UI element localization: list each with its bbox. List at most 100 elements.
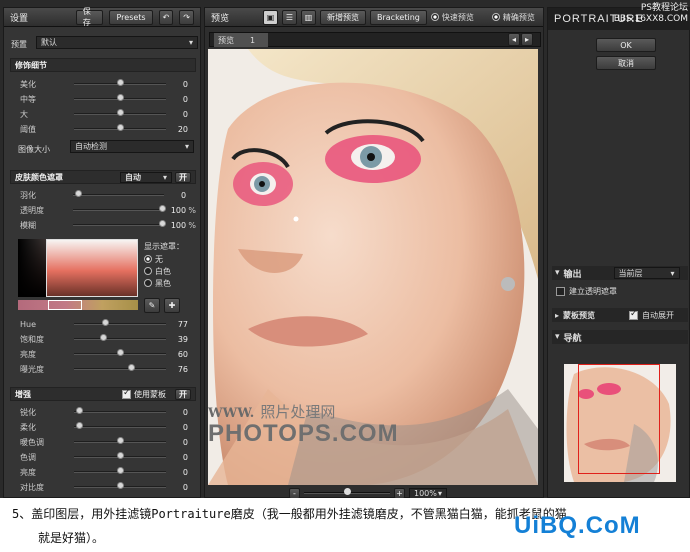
output-label: 输出 [563, 269, 582, 280]
slider-track[interactable] [74, 109, 166, 116]
ok-button[interactable]: OK [596, 38, 656, 52]
slider-value: 76 [177, 364, 188, 374]
slider-knob[interactable] [117, 124, 124, 131]
slider-track[interactable] [74, 349, 166, 356]
slider-track[interactable] [74, 452, 166, 459]
slider-knob[interactable] [117, 109, 124, 116]
slider-track[interactable] [74, 79, 166, 86]
slider-value: 60 [177, 349, 188, 359]
enhance-row: 暖色调 0 [20, 436, 196, 448]
undo-icon[interactable]: ↶ [158, 9, 174, 25]
precise-preview-radio[interactable]: 精确预览 [491, 11, 535, 23]
slider-track[interactable] [74, 467, 166, 474]
slider-track[interactable] [74, 407, 166, 414]
slider-knob[interactable] [117, 452, 124, 459]
fast-preview-radio[interactable]: 快速预览 [430, 11, 474, 23]
output-select[interactable]: 当前层 ▾ [613, 267, 680, 279]
triangle-right-icon[interactable]: ▸ [555, 311, 559, 320]
color-range-bar[interactable] [18, 300, 138, 310]
navigator-label: 导航 [563, 333, 582, 344]
slider-knob[interactable] [117, 467, 124, 474]
skin-row: 透明度 100% [20, 204, 196, 216]
zoom-slider-knob[interactable] [344, 488, 351, 495]
slider-knob[interactable] [75, 422, 83, 429]
eyedropper-icon[interactable]: ✎ [144, 298, 160, 313]
slider-track[interactable] [74, 482, 166, 489]
split-horizontal-icon[interactable]: ☰ [282, 9, 297, 25]
slider-track[interactable] [73, 190, 165, 197]
preset-select[interactable]: 默认 ▾ [36, 36, 198, 49]
slider-knob[interactable] [117, 437, 124, 444]
radio-label: 白色 [155, 266, 171, 276]
slider-track[interactable] [74, 364, 166, 371]
triangle-down-icon[interactable]: ▾ [555, 268, 560, 278]
settings-title: 设置 [10, 13, 29, 24]
slider-knob[interactable] [117, 349, 124, 356]
slider-track[interactable] [74, 319, 166, 326]
radio-dot [491, 13, 500, 21]
use-mask-checkbox[interactable] [122, 388, 131, 399]
color-range-marker[interactable] [48, 300, 82, 310]
slider-track[interactable] [73, 205, 167, 212]
detail-section-header[interactable]: 修饰细节 [10, 58, 196, 72]
watermark-bbs: PS教程论坛 BBS.16XX8.COM [608, 3, 688, 25]
slider-knob[interactable] [75, 407, 83, 414]
chevron-right-icon[interactable]: ▸ [521, 33, 533, 46]
slider-knob[interactable] [101, 319, 109, 326]
detail-row: 大0 [20, 108, 196, 120]
slider-label: 模糊 [20, 220, 36, 230]
slider-knob[interactable] [99, 334, 107, 341]
display-mask-radio[interactable]: 黑色 [144, 277, 200, 289]
zoom-out-button[interactable]: - [289, 487, 300, 499]
chevron-left-icon[interactable]: ◂ [508, 33, 520, 46]
navigator-thumbnail[interactable] [564, 364, 676, 482]
split-vertical-icon[interactable]: ▥ [301, 9, 316, 25]
slider-knob[interactable] [75, 190, 83, 197]
bracketing-button[interactable]: Bracketing [370, 9, 427, 25]
skin-mode-select[interactable]: 自动 ▾ [120, 171, 172, 183]
slider-track[interactable] [74, 422, 166, 429]
save-button[interactable]: 保存 [75, 7, 104, 27]
mask-preview-label: 蒙板预览 [563, 310, 596, 320]
skin-row: 模糊 100% [20, 219, 196, 231]
slider-knob[interactable] [117, 79, 124, 86]
cancel-button[interactable]: 取消 [596, 56, 656, 70]
zoom-in-button[interactable]: + [394, 487, 405, 499]
transparent-mask-checkbox[interactable] [556, 287, 565, 296]
slider-knob[interactable] [128, 364, 136, 371]
triangle-down-icon[interactable]: ▾ [555, 332, 560, 342]
display-mask-radio[interactable]: 白色 [144, 265, 200, 277]
zoom-select[interactable]: 100% ▾ [409, 487, 447, 499]
preview-tab-bar: 预览 1 ◂ ▸ [209, 32, 541, 47]
chevron-down-icon: ▾ [670, 268, 675, 278]
image-size-select[interactable]: 自动检测 ▾ [70, 140, 194, 153]
transparent-mask-row[interactable]: 建立透明遮罩 [556, 286, 617, 297]
caption-area: 5、盖印图层，用外挂滤镜Portraiture磨皮（我一般都用外挂滤镜磨皮，不管… [0, 498, 690, 552]
new-preview-button[interactable]: 新增预览 [320, 9, 366, 25]
display-mask-radio[interactable]: 无 [144, 253, 200, 265]
slider-track[interactable] [73, 220, 167, 227]
slider-track[interactable] [74, 437, 166, 444]
slider-knob[interactable] [117, 94, 124, 101]
slider-track[interactable] [74, 94, 166, 101]
tab-preview-1[interactable]: 预览 1 [214, 33, 268, 47]
enhance-open-button[interactable]: 开 [175, 388, 191, 400]
single-view-icon[interactable]: ▣ [263, 9, 278, 25]
redo-icon[interactable]: ↷ [179, 9, 194, 25]
presets-button[interactable]: Presets [109, 9, 153, 25]
slider-label: 透明度 [20, 205, 44, 215]
slider-track[interactable] [74, 124, 166, 131]
auto-expand-checkbox[interactable] [629, 309, 639, 320]
zoom-slider[interactable] [304, 488, 390, 495]
slider-track[interactable] [74, 334, 166, 341]
skin-mask-open-button[interactable]: 开 [175, 171, 191, 183]
navigator-viewport-rect[interactable] [578, 364, 660, 474]
skin-mask-section-header[interactable]: 皮肤颜色遮罩 自动 ▾ 开 [10, 170, 196, 184]
enhance-section-header[interactable]: 增强 使用蒙板 开 [10, 387, 196, 401]
color-picker-field[interactable] [18, 239, 138, 297]
preview-image[interactable]: WWW. 照片处理网 PHOTOPS.COM [208, 49, 538, 485]
slider-knob[interactable] [117, 482, 124, 489]
slider-label: Hue [20, 319, 37, 329]
eyedropper-plus-icon[interactable]: ✚ [164, 298, 180, 313]
slider-value: 0 [182, 467, 188, 477]
